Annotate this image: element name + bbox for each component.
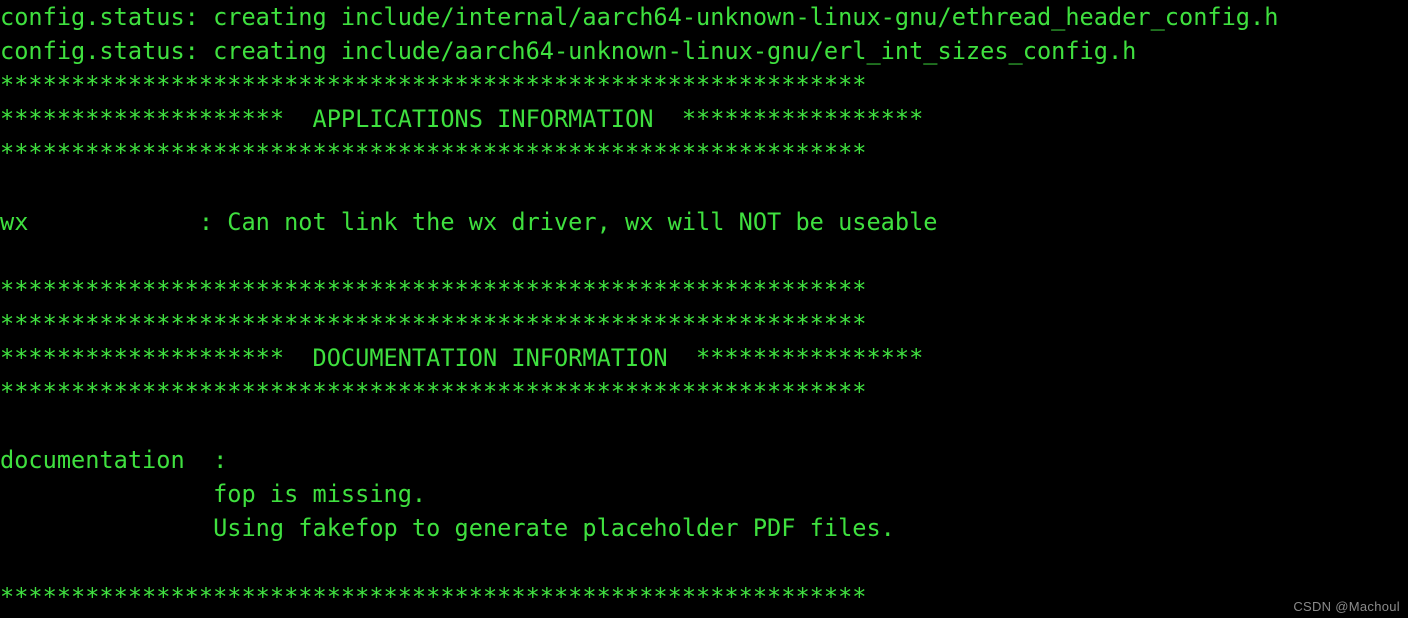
terminal-line-config-status-erl-int-sizes: config.status: creating include/aarch64-… xyxy=(0,37,1137,66)
terminal-viewport: config.status: creating include/internal… xyxy=(0,0,1408,618)
terminal-line-rule-a: ****************************************… xyxy=(0,275,867,304)
terminal-line-partial-bottom: documentation : fop is missing. xyxy=(0,614,1408,618)
terminal-line-banner-rule-top: ****************************************… xyxy=(0,71,867,100)
terminal-line-documentation-fop-missing: fop is missing. xyxy=(0,480,427,509)
terminal-line-blank-4 xyxy=(0,546,1408,580)
terminal-window[interactable]: config.status: creating include/internal… xyxy=(0,0,1408,618)
terminal-line-wx-status: wx : Can not link the wx driver, wx will… xyxy=(0,207,938,236)
terminal-line-rule-b: ****************************************… xyxy=(0,309,867,338)
terminal-line-documentation-fakefop: Using fakefop to generate placeholder PD… xyxy=(0,514,895,543)
console-output: config.status: creating include/internal… xyxy=(0,0,1408,618)
terminal-line-rule-c: ****************************************… xyxy=(0,378,867,407)
terminal-line-config-status-ethread-header: config.status: creating include/internal… xyxy=(0,3,1279,31)
terminal-line-banner-documentation-information: ******************** DOCUMENTATION INFOR… xyxy=(0,343,924,372)
csdn-watermark: CSDN @Machoul xyxy=(1293,599,1400,614)
terminal-line-rule-d: ****************************************… xyxy=(0,582,867,611)
terminal-line-blank-2 xyxy=(0,239,1408,273)
terminal-line-blank-3 xyxy=(0,409,1408,443)
terminal-line-banner-rule-bottom: ****************************************… xyxy=(0,139,867,168)
terminal-line-banner-applications-information: ******************** APPLICATIONS INFORM… xyxy=(0,105,924,134)
terminal-line-blank-1 xyxy=(0,170,1408,204)
terminal-line-documentation-label: documentation : xyxy=(0,446,228,475)
